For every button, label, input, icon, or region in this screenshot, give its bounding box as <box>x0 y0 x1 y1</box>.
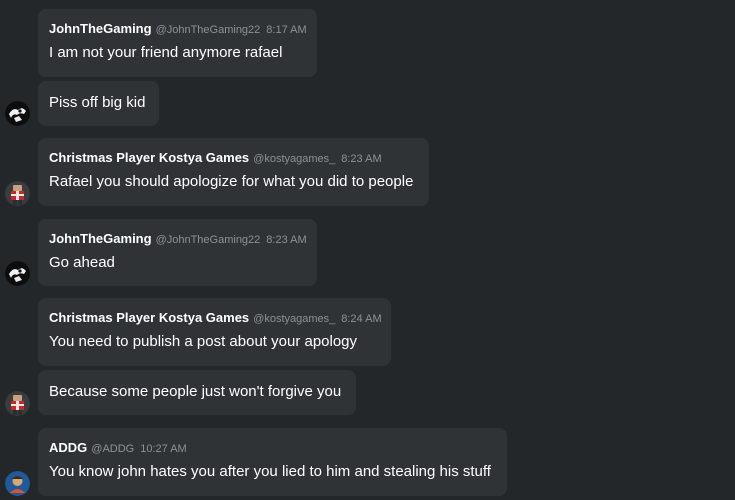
message-header: JohnTheGaming @JohnTheGaming22 8:23 AM <box>49 231 307 248</box>
message-text: Go ahead <box>49 254 115 271</box>
kostya-avatar-icon[interactable] <box>5 181 30 206</box>
author-name[interactable]: JohnTheGaming <box>49 231 152 246</box>
author-handle: @kostyagames_ <box>253 153 336 165</box>
kostya-avatar-icon[interactable] <box>5 391 30 416</box>
author-handle: @kostyagames_ <box>253 313 336 325</box>
message-bubble[interactable]: JohnTheGaming @JohnTheGaming22 8:17 AM I a… <box>38 9 317 77</box>
johnthegaming-avatar-icon[interactable] <box>5 261 30 286</box>
message-header: Christmas Player Kostya Games @kostyagame… <box>49 310 382 327</box>
message-bubble[interactable]: Because some people just won't forgive y… <box>38 370 356 415</box>
message-bubble[interactable]: Piss off big kid <box>38 81 159 126</box>
message-text: Rafael you should apologize for what you… <box>49 173 414 190</box>
addg-avatar-icon[interactable] <box>5 471 30 496</box>
message-text: Piss off big kid <box>49 94 146 111</box>
author-name[interactable]: Christmas Player Kostya Games <box>49 310 249 325</box>
johnthegaming-avatar-icon[interactable] <box>5 101 30 126</box>
message-text: You know john hates you after you lied t… <box>49 463 491 480</box>
message-bubble[interactable]: ADDG @ADDG 10:27 AM You know john hates yo… <box>38 428 507 496</box>
message-bubble[interactable]: JohnTheGaming @JohnTheGaming22 8:23 AM Go … <box>38 219 317 286</box>
author-name[interactable]: JohnTheGaming <box>49 21 152 36</box>
message-timestamp: 8:24 AM <box>341 313 382 325</box>
message-header: JohnTheGaming @JohnTheGaming22 8:17 AM <box>49 21 307 38</box>
author-handle: @JohnTheGaming22 <box>155 24 261 36</box>
message-timestamp: 8:23 AM <box>341 153 382 165</box>
author-name[interactable]: Christmas Player Kostya Games <box>49 150 249 165</box>
chat-message-list[interactable]: JohnTheGaming @JohnTheGaming22 8:17 AM I a… <box>0 0 735 500</box>
message-bubble[interactable]: Christmas Player Kostya Games @kostyagame… <box>38 298 391 366</box>
message-text: I am not your friend anymore rafael <box>49 44 283 61</box>
message-text: You need to publish a post about your ap… <box>49 333 358 350</box>
author-handle: @JohnTheGaming22 <box>155 234 261 246</box>
message-header: Christmas Player Kostya Games @kostyagame… <box>49 150 382 167</box>
message-text: Because some people just won't forgive y… <box>49 383 342 400</box>
message-bubble[interactable]: Christmas Player Kostya Games @kostyagame… <box>38 138 429 206</box>
message-timestamp: 8:17 AM <box>266 24 307 36</box>
author-handle: @ADDG <box>91 443 135 455</box>
message-header: ADDG @ADDG 10:27 AM <box>49 440 187 457</box>
message-timestamp: 10:27 AM <box>140 443 187 455</box>
message-timestamp: 8:23 AM <box>266 234 307 246</box>
author-name[interactable]: ADDG <box>49 440 87 455</box>
